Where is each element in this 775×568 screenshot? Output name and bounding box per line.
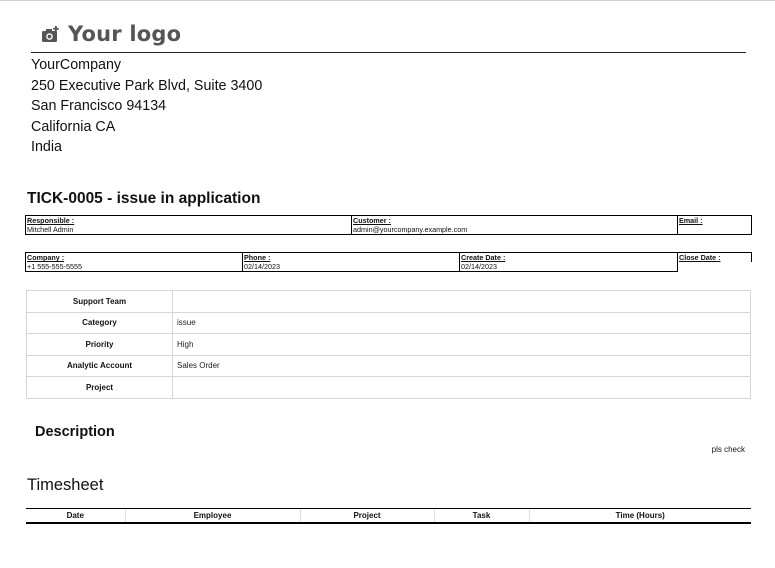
company-address: YourCompany 250 Executive Park Blvd, Sui… xyxy=(31,55,262,158)
company-street: 250 Executive Park Blvd, Suite 3400 xyxy=(31,77,263,94)
email-value xyxy=(677,225,752,235)
analytic-account-label: Analytic Account xyxy=(26,354,173,377)
details-row: Category issue xyxy=(26,311,751,334)
timesheet-heading: Timesheet xyxy=(27,476,104,494)
details-row: Support Team xyxy=(26,290,751,313)
company-state: California CA xyxy=(31,118,116,135)
company-value: +1 555-555-5555 xyxy=(25,262,243,272)
company-city: San Francisco 94134 xyxy=(31,98,167,114)
priority-value: High xyxy=(172,333,751,356)
close-date-value xyxy=(678,262,752,272)
logo-text: Your logo xyxy=(68,22,182,46)
support-team-value xyxy=(172,290,751,313)
timesheet-col-project: Project xyxy=(299,508,434,524)
timesheet-table: Date Employee Project Task Time (Hours) xyxy=(26,508,751,524)
timesheet-col-employee: Employee xyxy=(124,508,300,524)
ticket-details-table: Support Team Category issue Priority Hig… xyxy=(26,290,751,399)
customer-value: admin@yourcompany.example.com xyxy=(351,225,678,235)
create-date-value: 02/14/2023 xyxy=(459,262,678,272)
phone-value: 02/14/2023 xyxy=(242,262,460,272)
close-date-label: Close Date : xyxy=(677,252,752,262)
timesheet-col-date: Date xyxy=(26,508,125,524)
priority-label: Priority xyxy=(26,333,173,356)
category-label: Category xyxy=(26,311,173,334)
company-label: Company : xyxy=(25,252,243,262)
create-date-label: Create Date : xyxy=(459,252,678,262)
ticket-info-table-1: Responsible : Customer : Email : Mitchel… xyxy=(25,215,752,235)
responsible-label: Responsible : xyxy=(25,215,352,225)
analytic-account-value: Sales Order xyxy=(172,354,751,377)
company-country: India xyxy=(31,139,63,155)
details-row: Analytic Account Sales Order xyxy=(26,354,751,377)
project-value xyxy=(172,376,751,399)
description-text: pls check xyxy=(711,445,745,454)
email-label: Email : xyxy=(677,215,752,225)
camera-icon xyxy=(41,25,60,43)
category-value: issue xyxy=(172,311,751,334)
project-label: Project xyxy=(26,376,173,399)
ticket-info-table-2: Company : Phone : Create Date : Close Da… xyxy=(25,252,752,272)
header-divider xyxy=(31,52,746,53)
responsible-value: Mitchell Admin xyxy=(25,225,352,235)
support-team-label: Support Team xyxy=(26,290,173,313)
details-row: Priority High xyxy=(26,333,751,356)
company-logo: Your logo xyxy=(41,18,181,50)
phone-label: Phone : xyxy=(242,252,460,262)
description-heading: Description xyxy=(35,424,115,440)
timesheet-col-time: Time (Hours) xyxy=(528,508,751,524)
ticket-title: TICK-0005 - issue in application xyxy=(27,190,261,207)
page-top-edge xyxy=(0,0,775,1)
customer-label: Customer : xyxy=(351,215,678,225)
details-row: Project xyxy=(26,376,751,399)
timesheet-header-row: Date Employee Project Task Time (Hours) xyxy=(26,508,751,524)
timesheet-col-task: Task xyxy=(433,508,529,524)
company-name: YourCompany xyxy=(31,57,122,73)
